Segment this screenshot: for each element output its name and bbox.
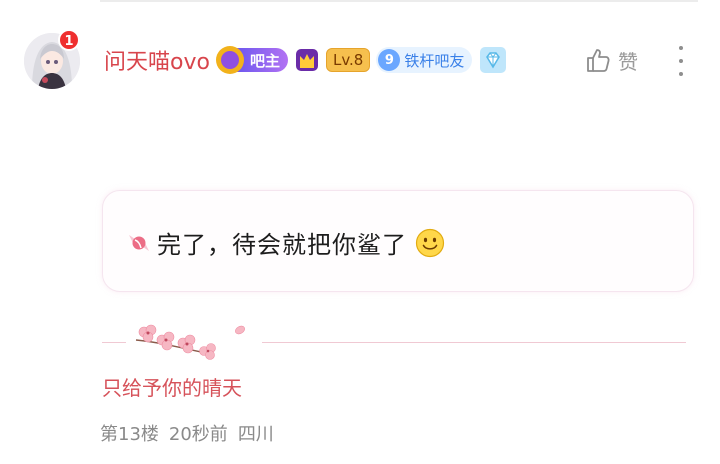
medal-icon xyxy=(215,46,244,74)
fan-title: 铁杆吧友 xyxy=(404,51,465,70)
user-signature: 只给予你的晴天 xyxy=(102,376,242,400)
post-location: 四川 xyxy=(237,424,274,445)
level-badge[interactable]: Lv.8 xyxy=(325,48,371,72)
crown-icon[interactable] xyxy=(294,47,320,73)
top-divider xyxy=(100,0,698,2)
signature-divider-left xyxy=(102,342,126,343)
bazhu-badge[interactable]: 吧主 xyxy=(215,46,288,74)
diamond-icon[interactable] xyxy=(480,47,507,73)
post-header: 问天喵ovo 吧主 Lv.8 9 铁杆吧友 xyxy=(104,42,507,78)
more-vertical-icon[interactable] xyxy=(672,46,690,76)
message-bubble: 完了，待会就把你鲨了 xyxy=(102,190,694,292)
like-button[interactable]: 赞 xyxy=(584,44,638,76)
cherry-blossom-decoration xyxy=(135,324,245,360)
post-meta: 第13楼 20秒前 四川 xyxy=(100,420,274,446)
thumbs-up-icon xyxy=(587,49,610,72)
message-text: 完了，待会就把你鲨了 xyxy=(157,231,407,259)
notification-badge: 1 xyxy=(58,29,80,51)
post-time: 20秒前 xyxy=(168,424,228,445)
fan-level: 9 xyxy=(378,49,401,71)
username[interactable]: 问天喵ovo xyxy=(104,44,210,76)
candy-icon xyxy=(129,234,149,251)
fan-badge[interactable]: 9 铁杆吧友 xyxy=(376,47,473,73)
floor-number: 第13楼 xyxy=(100,424,159,445)
signature-divider-right xyxy=(262,342,686,343)
like-label: 赞 xyxy=(618,49,638,74)
smile-emoji-icon xyxy=(415,228,445,257)
